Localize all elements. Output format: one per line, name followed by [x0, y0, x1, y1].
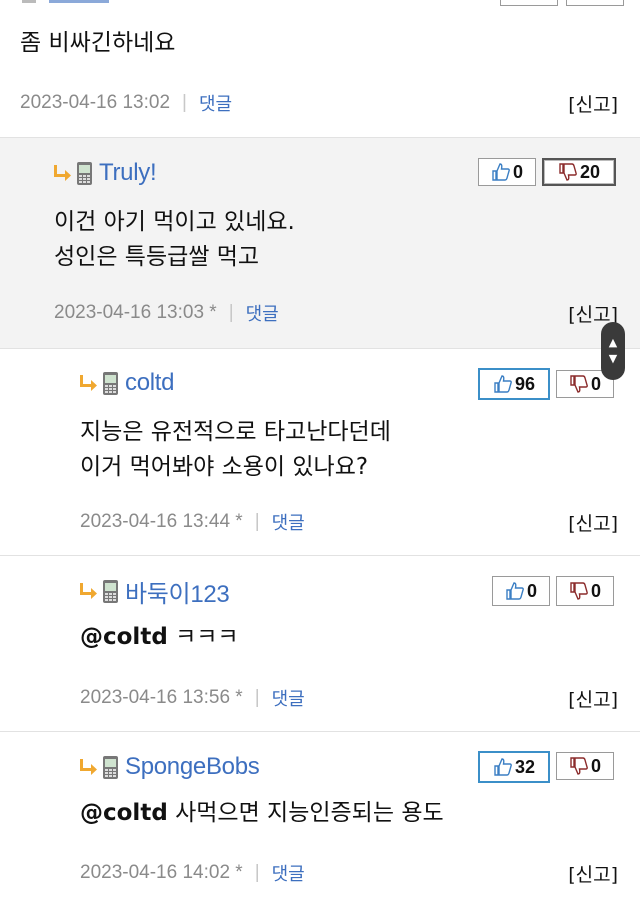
separator: |: [254, 862, 260, 883]
comment-header: Truly!: [54, 156, 157, 190]
upvote-button[interactable]: 96: [478, 368, 550, 400]
upvote-count: 32: [514, 756, 536, 777]
scroll-handle[interactable]: ▲ ▼: [601, 322, 625, 380]
thumbs-down-icon: [570, 757, 588, 775]
reply-comment: Truly! 0 20 이건 아기 먹이고 있네요. 성인은 특등급쌀 먹고 2…: [0, 137, 640, 348]
reply-comment: SpongeBobs 32 0 @coltd 사먹으면 지능인증되는 용도 20…: [0, 731, 640, 898]
thumbs-down-icon: [570, 582, 588, 600]
reply-comment: 바둑이123 0 0 @coltd ㅋㅋㅋ 2023-04-16 13:56 *…: [0, 555, 640, 731]
reply-comment: coltd 96 0 지능은 유전적으로 타고난다던데 이거 먹어봐야 소용이 …: [0, 348, 640, 555]
downvote-count: 0: [590, 373, 601, 394]
reply-arrow-icon: [80, 583, 97, 599]
comment-meta: 2023-04-16 14:02 * | 댓글: [80, 860, 305, 886]
downvote-count: 20: [579, 161, 601, 182]
comment-header: coltd: [80, 366, 175, 400]
scroll-up-icon[interactable]: ▲: [609, 337, 617, 348]
comment-meta: 2023-04-16 13:56 * | 댓글: [80, 685, 305, 711]
comment-date: 2023-04-16 13:02: [20, 92, 171, 113]
separator: |: [254, 511, 260, 532]
reply-arrow-icon: [80, 375, 97, 391]
downvote-button[interactable]: 20: [542, 158, 616, 186]
comment-text: @coltd ㅋㅋㅋ: [80, 620, 239, 655]
vote-buttons: 32 0: [478, 751, 614, 783]
upvote-count: 0: [526, 580, 537, 601]
top-comment: 좀 비싸긴하네요 2023-04-16 13:02 | 댓글 [신고]: [0, 0, 640, 137]
comment-meta: 2023-04-16 13:44 * | 댓글: [80, 509, 305, 535]
downvote-count: 0: [590, 580, 601, 601]
comment-meta: 2023-04-16 13:03 * | 댓글: [54, 300, 279, 326]
comment-text: 이건 아기 먹이고 있네요. 성인은 특등급쌀 먹고: [54, 205, 295, 275]
reply-arrow-icon: [80, 759, 97, 775]
author-name[interactable]: coltd: [125, 369, 175, 397]
report-link[interactable]: [신고]: [568, 509, 618, 536]
scroll-down-icon[interactable]: ▼: [609, 353, 617, 364]
comment-line: 성인은 특등급쌀 먹고: [54, 244, 260, 270]
thumbs-up-icon: [506, 582, 524, 600]
upvote-count: 96: [514, 373, 536, 394]
vote-buttons: 0 20: [478, 158, 616, 186]
comment-text-rest: ㅋㅋㅋ: [167, 624, 239, 650]
comment-text: 지능은 유전적으로 타고난다던데 이거 먹어봐야 소용이 있나요?: [80, 415, 391, 485]
comment-date: 2023-04-16 14:02 *: [80, 862, 243, 883]
comment-line: 이건 아기 먹이고 있네요.: [54, 209, 295, 235]
comment-header: SpongeBobs: [80, 750, 260, 784]
thumbs-down-icon: [570, 375, 588, 393]
comment-date: 2023-04-16 13:03 *: [54, 302, 217, 323]
vote-buttons: 0 0: [492, 576, 614, 606]
phone-icon: [77, 161, 92, 185]
comment-meta: 2023-04-16 13:02 | 댓글: [20, 90, 232, 116]
reply-link[interactable]: 댓글: [272, 509, 305, 535]
thumbs-up-icon: [494, 375, 512, 393]
reply-link[interactable]: 댓글: [272, 860, 305, 886]
upvote-button[interactable]: 32: [478, 751, 550, 783]
author-name[interactable]: SpongeBobs: [125, 753, 260, 781]
reply-link[interactable]: 댓글: [246, 300, 279, 326]
comment-text-rest: 사먹으면 지능인증되는 용도: [167, 800, 444, 826]
author-name[interactable]: Truly!: [99, 159, 157, 187]
comment-date: 2023-04-16 13:44 *: [80, 511, 243, 532]
reply-link[interactable]: 댓글: [272, 685, 305, 711]
separator: |: [254, 687, 260, 708]
comment-text: 좀 비싸긴하네요: [20, 30, 176, 56]
thumbs-up-icon: [492, 163, 510, 181]
comment-line: 지능은 유전적으로 타고난다던데: [80, 419, 391, 445]
thumbs-down-icon: [559, 163, 577, 181]
report-link[interactable]: [신고]: [568, 860, 618, 887]
phone-icon: [103, 371, 118, 395]
downvote-button[interactable]: 0: [556, 576, 614, 606]
upvote-button[interactable]: 0: [478, 158, 536, 186]
downvote-count: 0: [590, 755, 601, 776]
report-link[interactable]: [신고]: [568, 90, 618, 117]
report-link[interactable]: [신고]: [568, 685, 618, 712]
separator: |: [182, 92, 187, 113]
reply-arrow-icon: [54, 165, 71, 181]
upvote-button[interactable]: 0: [492, 576, 550, 606]
mention[interactable]: @coltd: [80, 624, 168, 650]
phone-icon: [103, 755, 118, 779]
separator: |: [228, 302, 234, 323]
comment-text: @coltd 사먹으면 지능인증되는 용도: [80, 796, 444, 831]
thumbs-up-icon: [494, 758, 512, 776]
phone-icon: [103, 579, 118, 603]
author-name[interactable]: 바둑이123: [125, 574, 230, 609]
mention[interactable]: @coltd: [80, 800, 168, 826]
upvote-count: 0: [512, 161, 523, 182]
downvote-button[interactable]: 0: [556, 752, 614, 780]
vote-buttons: 96 0: [478, 368, 614, 400]
comment-date: 2023-04-16 13:56 *: [80, 687, 243, 708]
comment-line: 이거 먹어봐야 소용이 있나요?: [80, 454, 369, 480]
comment-header: 바둑이123: [80, 574, 230, 609]
reply-link[interactable]: 댓글: [199, 90, 232, 116]
